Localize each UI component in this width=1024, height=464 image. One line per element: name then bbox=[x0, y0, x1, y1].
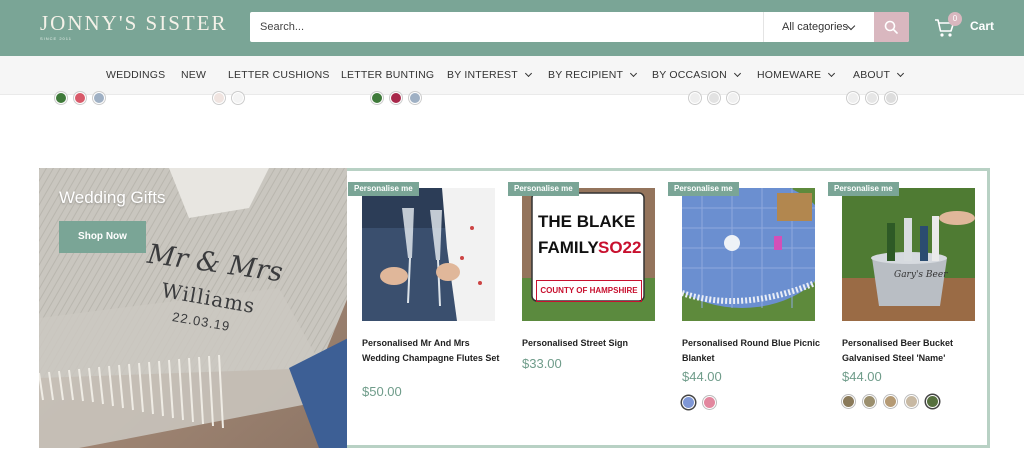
category-select[interactable]: All categories bbox=[763, 12, 874, 42]
nav-item-label: NEW bbox=[181, 69, 207, 81]
color-swatch-blue[interactable] bbox=[682, 396, 695, 409]
nav-item-label: HOMEWARE bbox=[757, 69, 822, 81]
search-bar: All categories bbox=[250, 12, 909, 42]
color-swatch[interactable] bbox=[866, 92, 878, 104]
site-header: JONNY'S SISTER SINCE 2011 All categories… bbox=[0, 0, 1024, 56]
color-swatch[interactable] bbox=[371, 92, 383, 104]
product-image[interactable] bbox=[682, 188, 815, 321]
product-title[interactable]: Personalised Mr And Mrs Wedding Champagn… bbox=[362, 336, 502, 366]
sign-text-line: SO22 bbox=[598, 238, 642, 257]
color-swatch[interactable] bbox=[847, 92, 859, 104]
cart-label: Cart bbox=[970, 19, 995, 33]
color-swatch[interactable] bbox=[884, 395, 897, 408]
cart-button[interactable]: 0 Cart bbox=[934, 12, 1004, 39]
product-title[interactable]: Personalised Beer Bucket Galvanised Stee… bbox=[842, 336, 982, 366]
product-image[interactable]: Gary's Beer bbox=[842, 188, 975, 321]
color-swatch[interactable] bbox=[74, 92, 86, 104]
nav-item-label: BY RECIPIENT bbox=[548, 69, 624, 81]
product-title[interactable]: Personalised Street Sign bbox=[522, 336, 662, 351]
color-swatch[interactable] bbox=[905, 395, 918, 408]
product-price: $44.00 bbox=[682, 369, 722, 384]
search-button[interactable] bbox=[874, 12, 909, 42]
chevron-down-icon bbox=[897, 69, 905, 78]
personalise-badge: Personalise me bbox=[508, 182, 579, 196]
color-swatch[interactable] bbox=[390, 92, 402, 104]
product-image[interactable]: THE BLAKE FAMILY SO22 COUNTY OF HAMPSHIR… bbox=[522, 188, 655, 321]
search-input[interactable] bbox=[250, 12, 762, 42]
picnic-blanket-image bbox=[682, 188, 815, 321]
site-logo[interactable]: JONNY'S SISTER bbox=[40, 11, 228, 36]
color-swatch[interactable] bbox=[842, 395, 855, 408]
color-swatch[interactable] bbox=[885, 92, 897, 104]
nav-item-about[interactable]: ABOUT bbox=[853, 69, 905, 81]
chevron-down-icon bbox=[524, 69, 532, 78]
sign-text-line: THE BLAKE bbox=[538, 212, 636, 231]
product-image[interactable] bbox=[362, 188, 495, 321]
main-nav: WEDDINGS NEW LETTER CUSHIONS LETTER BUNT… bbox=[0, 56, 1024, 95]
nav-item-label: BY INTEREST bbox=[447, 69, 518, 81]
nav-item-new[interactable]: NEW bbox=[181, 69, 206, 81]
nav-item-letter-bunting[interactable]: LETTER BUNTING bbox=[341, 69, 434, 81]
color-swatch[interactable] bbox=[213, 92, 225, 104]
product-price: $50.00 bbox=[362, 384, 402, 399]
nav-item-label: WEDDINGS bbox=[106, 69, 166, 81]
personalise-badge: Personalise me bbox=[348, 182, 419, 196]
nav-item-weddings[interactable]: WEDDINGS bbox=[106, 69, 165, 81]
nav-item-by-recipient[interactable]: BY RECIPIENT bbox=[548, 69, 638, 81]
bucket-name: Gary's Beer bbox=[894, 270, 948, 280]
cart-count-badge: 0 bbox=[948, 12, 962, 26]
chevron-down-icon bbox=[828, 69, 836, 78]
nav-item-label: BY OCCASION bbox=[652, 69, 727, 81]
color-swatch[interactable] bbox=[409, 92, 421, 104]
color-swatch[interactable] bbox=[93, 92, 105, 104]
sign-text-line: FAMILY bbox=[538, 238, 599, 257]
color-swatch[interactable] bbox=[926, 395, 939, 408]
color-swatch[interactable] bbox=[55, 92, 67, 104]
nav-item-by-interest[interactable]: BY INTEREST bbox=[447, 69, 532, 81]
color-swatch[interactable] bbox=[863, 395, 876, 408]
banner-title: Wedding Gifts bbox=[59, 188, 166, 207]
color-swatch[interactable] bbox=[708, 92, 720, 104]
nav-item-by-occasion[interactable]: BY OCCASION bbox=[652, 69, 741, 81]
logo-tagline: SINCE 2011 bbox=[40, 36, 72, 41]
product-carousel: Personalise me Personalised Mr And Mrs W… bbox=[347, 168, 990, 448]
product-price: $44.00 bbox=[842, 369, 882, 384]
color-swatch[interactable] bbox=[232, 92, 244, 104]
color-swatch[interactable] bbox=[689, 92, 701, 104]
search-icon bbox=[884, 20, 898, 34]
product-title[interactable]: Personalised Round Blue Picnic Blanket bbox=[682, 336, 822, 366]
nav-item-label: LETTER BUNTING bbox=[341, 69, 435, 81]
chevron-down-icon bbox=[733, 69, 741, 78]
shop-now-button[interactable]: Shop Now bbox=[59, 221, 146, 253]
beer-bucket-image bbox=[842, 188, 975, 321]
nav-item-label: LETTER CUSHIONS bbox=[228, 69, 330, 81]
nav-item-label: ABOUT bbox=[853, 69, 891, 81]
product-price: $33.00 bbox=[522, 356, 562, 371]
personalise-badge: Personalise me bbox=[828, 182, 899, 196]
sign-text-line: COUNTY OF HAMPSHIRE bbox=[536, 280, 642, 302]
chevron-down-icon bbox=[630, 69, 638, 78]
champagne-flutes-image bbox=[362, 188, 495, 321]
personalise-badge: Personalise me bbox=[668, 182, 739, 196]
nav-item-letter-cushions[interactable]: LETTER CUSHIONS bbox=[228, 69, 330, 81]
nav-item-homeware[interactable]: HOMEWARE bbox=[757, 69, 836, 81]
category-select-label: All categories bbox=[782, 21, 849, 33]
color-swatch-pink[interactable] bbox=[703, 396, 716, 409]
wedding-gifts-banner[interactable]: Wedding Gifts Shop Now Mr & Mrs Williams… bbox=[39, 168, 368, 448]
color-swatch[interactable] bbox=[727, 92, 739, 104]
